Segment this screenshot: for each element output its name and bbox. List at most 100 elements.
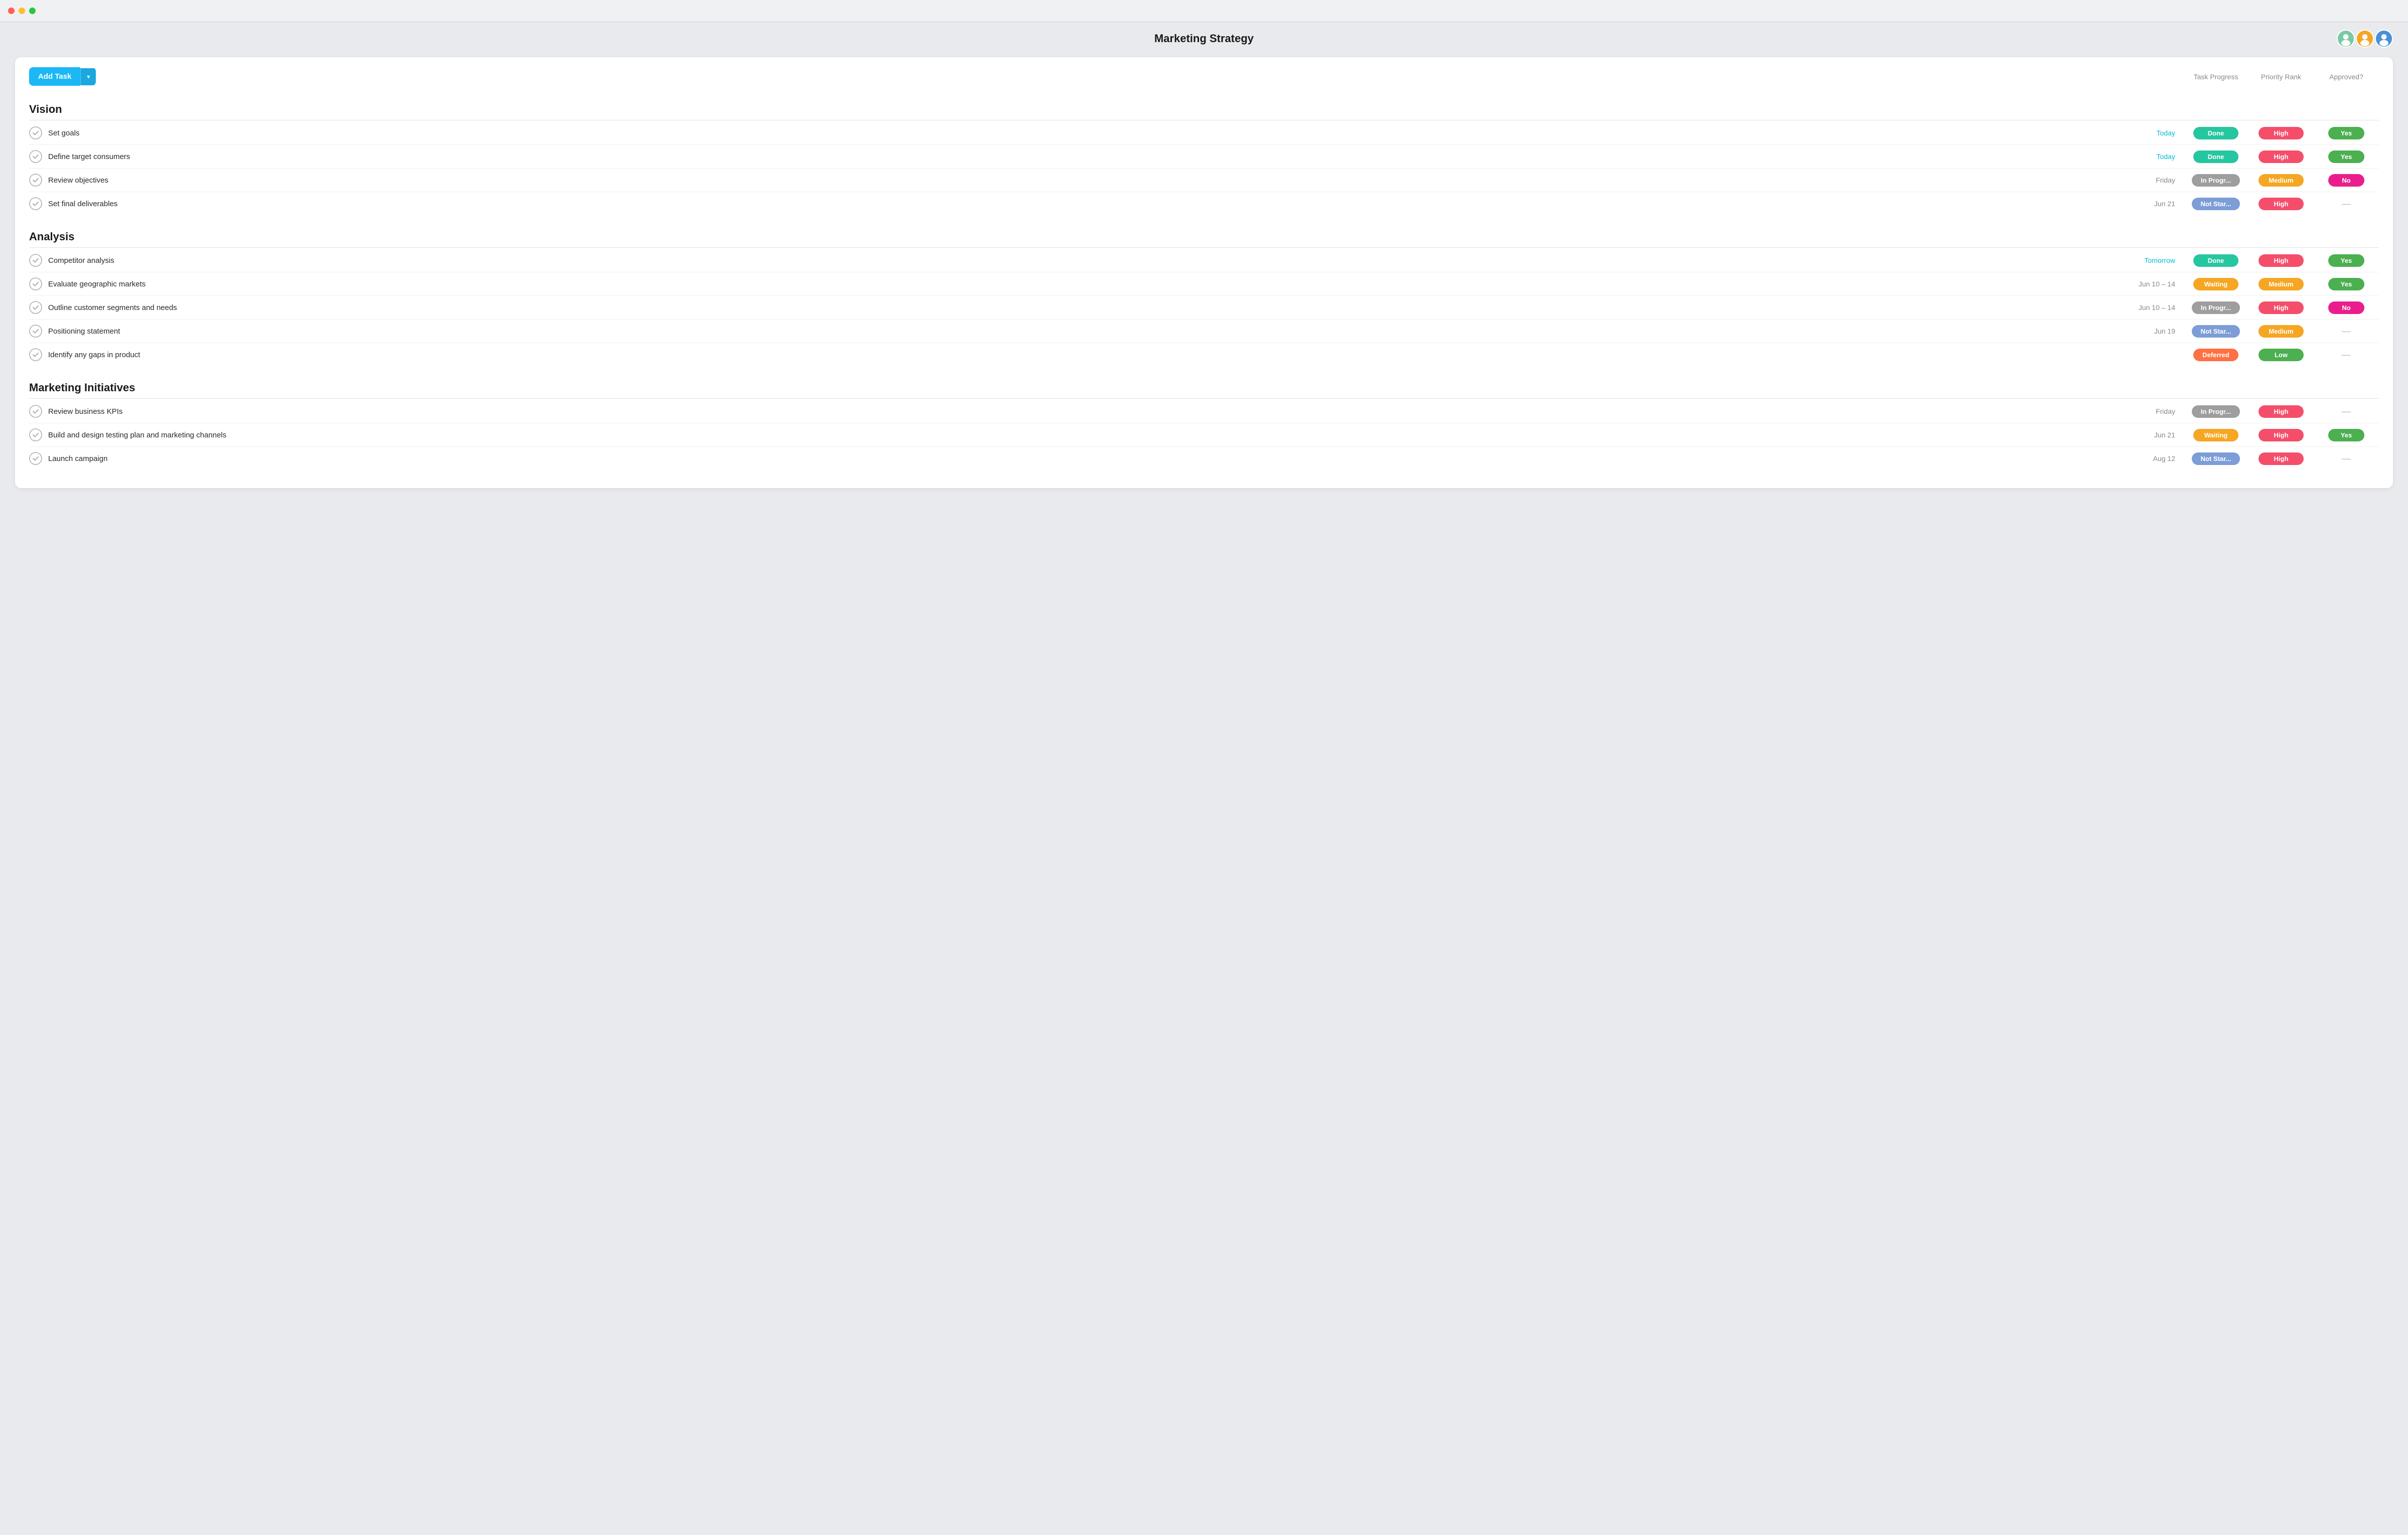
- priority-badge[interactable]: Low: [2259, 349, 2304, 361]
- task-approved[interactable]: Yes: [2314, 429, 2379, 441]
- task-checkbox[interactable]: [29, 150, 42, 163]
- approved-badge[interactable]: Yes: [2328, 254, 2364, 267]
- task-priority[interactable]: Low: [2248, 349, 2314, 361]
- priority-badge[interactable]: High: [2259, 301, 2304, 314]
- task-approved[interactable]: Yes: [2314, 150, 2379, 163]
- task-checkbox[interactable]: [29, 126, 42, 139]
- task-row[interactable]: Define target consumersTodayDoneHighYes: [29, 145, 2379, 169]
- task-approved[interactable]: —: [2314, 406, 2379, 417]
- task-checkbox[interactable]: [29, 348, 42, 361]
- task-priority[interactable]: High: [2248, 452, 2314, 465]
- maximize-button[interactable]: [29, 8, 36, 14]
- approved-badge[interactable]: Yes: [2328, 278, 2364, 290]
- task-row[interactable]: Set goalsTodayDoneHighYes: [29, 121, 2379, 145]
- progress-badge[interactable]: Not Star...: [2192, 452, 2240, 465]
- progress-badge[interactable]: Not Star...: [2192, 325, 2240, 338]
- task-progress[interactable]: Done: [2183, 254, 2248, 267]
- priority-badge[interactable]: High: [2259, 452, 2304, 465]
- task-checkbox[interactable]: [29, 325, 42, 338]
- task-progress[interactable]: Waiting: [2183, 429, 2248, 441]
- progress-badge[interactable]: Waiting: [2193, 278, 2238, 290]
- progress-badge[interactable]: Deferred: [2193, 349, 2238, 361]
- task-row[interactable]: Evaluate geographic marketsJun 10 – 14Wa…: [29, 272, 2379, 296]
- priority-badge[interactable]: High: [2259, 254, 2304, 267]
- priority-badge[interactable]: High: [2259, 429, 2304, 441]
- task-row[interactable]: Review business KPIsFridayIn Progr...Hig…: [29, 400, 2379, 423]
- avatar-1[interactable]: [2337, 30, 2355, 48]
- task-row[interactable]: Review objectivesFridayIn Progr...Medium…: [29, 169, 2379, 192]
- progress-badge[interactable]: Done: [2193, 150, 2238, 163]
- progress-badge[interactable]: In Progr...: [2192, 301, 2240, 314]
- task-priority[interactable]: High: [2248, 127, 2314, 139]
- progress-badge[interactable]: Done: [2193, 254, 2238, 267]
- task-priority[interactable]: High: [2248, 198, 2314, 210]
- priority-badge[interactable]: High: [2259, 405, 2304, 418]
- task-priority[interactable]: Medium: [2248, 174, 2314, 187]
- approved-badge[interactable]: No: [2328, 174, 2364, 187]
- progress-badge[interactable]: In Progr...: [2192, 405, 2240, 418]
- task-priority[interactable]: High: [2248, 150, 2314, 163]
- task-approved[interactable]: —: [2314, 453, 2379, 464]
- task-progress[interactable]: Not Star...: [2183, 325, 2248, 338]
- approved-badge[interactable]: No: [2328, 301, 2364, 314]
- task-approved[interactable]: No: [2314, 174, 2379, 187]
- task-approved[interactable]: Yes: [2314, 278, 2379, 290]
- task-approved[interactable]: No: [2314, 301, 2379, 314]
- task-approved[interactable]: —: [2314, 326, 2379, 337]
- task-checkbox[interactable]: [29, 452, 42, 465]
- task-priority[interactable]: Medium: [2248, 325, 2314, 338]
- task-checkbox[interactable]: [29, 277, 42, 290]
- task-approved[interactable]: —: [2314, 199, 2379, 209]
- task-row[interactable]: Launch campaignAug 12Not Star...High—: [29, 447, 2379, 470]
- task-progress[interactable]: In Progr...: [2183, 174, 2248, 187]
- avatar-3[interactable]: [2375, 30, 2393, 48]
- task-checkbox[interactable]: [29, 197, 42, 210]
- task-progress[interactable]: Done: [2183, 127, 2248, 139]
- close-button[interactable]: [8, 8, 15, 14]
- add-task-dropdown-button[interactable]: ▾: [80, 68, 96, 85]
- task-priority[interactable]: High: [2248, 301, 2314, 314]
- task-priority[interactable]: High: [2248, 405, 2314, 418]
- task-row[interactable]: Identify any gaps in productDeferredLow—: [29, 343, 2379, 366]
- task-progress[interactable]: Waiting: [2183, 278, 2248, 290]
- task-progress[interactable]: Done: [2183, 150, 2248, 163]
- progress-badge[interactable]: Waiting: [2193, 429, 2238, 441]
- minimize-button[interactable]: [19, 8, 25, 14]
- task-checkbox[interactable]: [29, 174, 42, 187]
- task-approved[interactable]: Yes: [2314, 127, 2379, 139]
- task-row[interactable]: Positioning statementJun 19Not Star...Me…: [29, 320, 2379, 343]
- approved-badge[interactable]: Yes: [2328, 429, 2364, 441]
- progress-badge[interactable]: In Progr...: [2192, 174, 2240, 187]
- avatar-2[interactable]: [2356, 30, 2374, 48]
- task-row[interactable]: Outline customer segments and needsJun 1…: [29, 296, 2379, 320]
- task-checkbox[interactable]: [29, 301, 42, 314]
- task-row[interactable]: Build and design testing plan and market…: [29, 423, 2379, 447]
- priority-badge[interactable]: High: [2259, 127, 2304, 139]
- task-progress[interactable]: In Progr...: [2183, 301, 2248, 314]
- task-row[interactable]: Competitor analysisTomorrowDoneHighYes: [29, 249, 2379, 272]
- task-progress[interactable]: Not Star...: [2183, 198, 2248, 210]
- task-checkbox[interactable]: [29, 405, 42, 418]
- task-priority[interactable]: High: [2248, 254, 2314, 267]
- task-checkbox[interactable]: [29, 254, 42, 267]
- task-approved[interactable]: Yes: [2314, 254, 2379, 267]
- progress-badge[interactable]: Done: [2193, 127, 2238, 139]
- task-progress[interactable]: In Progr...: [2183, 405, 2248, 418]
- priority-badge[interactable]: Medium: [2259, 278, 2304, 290]
- priority-badge[interactable]: High: [2259, 198, 2304, 210]
- task-progress[interactable]: Not Star...: [2183, 452, 2248, 465]
- priority-badge[interactable]: Medium: [2259, 174, 2304, 187]
- priority-badge[interactable]: High: [2259, 150, 2304, 163]
- task-priority[interactable]: Medium: [2248, 278, 2314, 290]
- task-priority[interactable]: High: [2248, 429, 2314, 441]
- add-task-button[interactable]: Add Task: [29, 67, 80, 86]
- task-progress[interactable]: Deferred: [2183, 349, 2248, 361]
- approved-badge[interactable]: Yes: [2328, 150, 2364, 163]
- progress-badge[interactable]: Not Star...: [2192, 198, 2240, 210]
- add-task-button-group[interactable]: Add Task ▾: [29, 67, 96, 86]
- task-row[interactable]: Set final deliverablesJun 21Not Star...H…: [29, 192, 2379, 215]
- task-approved[interactable]: —: [2314, 350, 2379, 360]
- task-checkbox[interactable]: [29, 428, 42, 441]
- approved-badge[interactable]: Yes: [2328, 127, 2364, 139]
- priority-badge[interactable]: Medium: [2259, 325, 2304, 338]
